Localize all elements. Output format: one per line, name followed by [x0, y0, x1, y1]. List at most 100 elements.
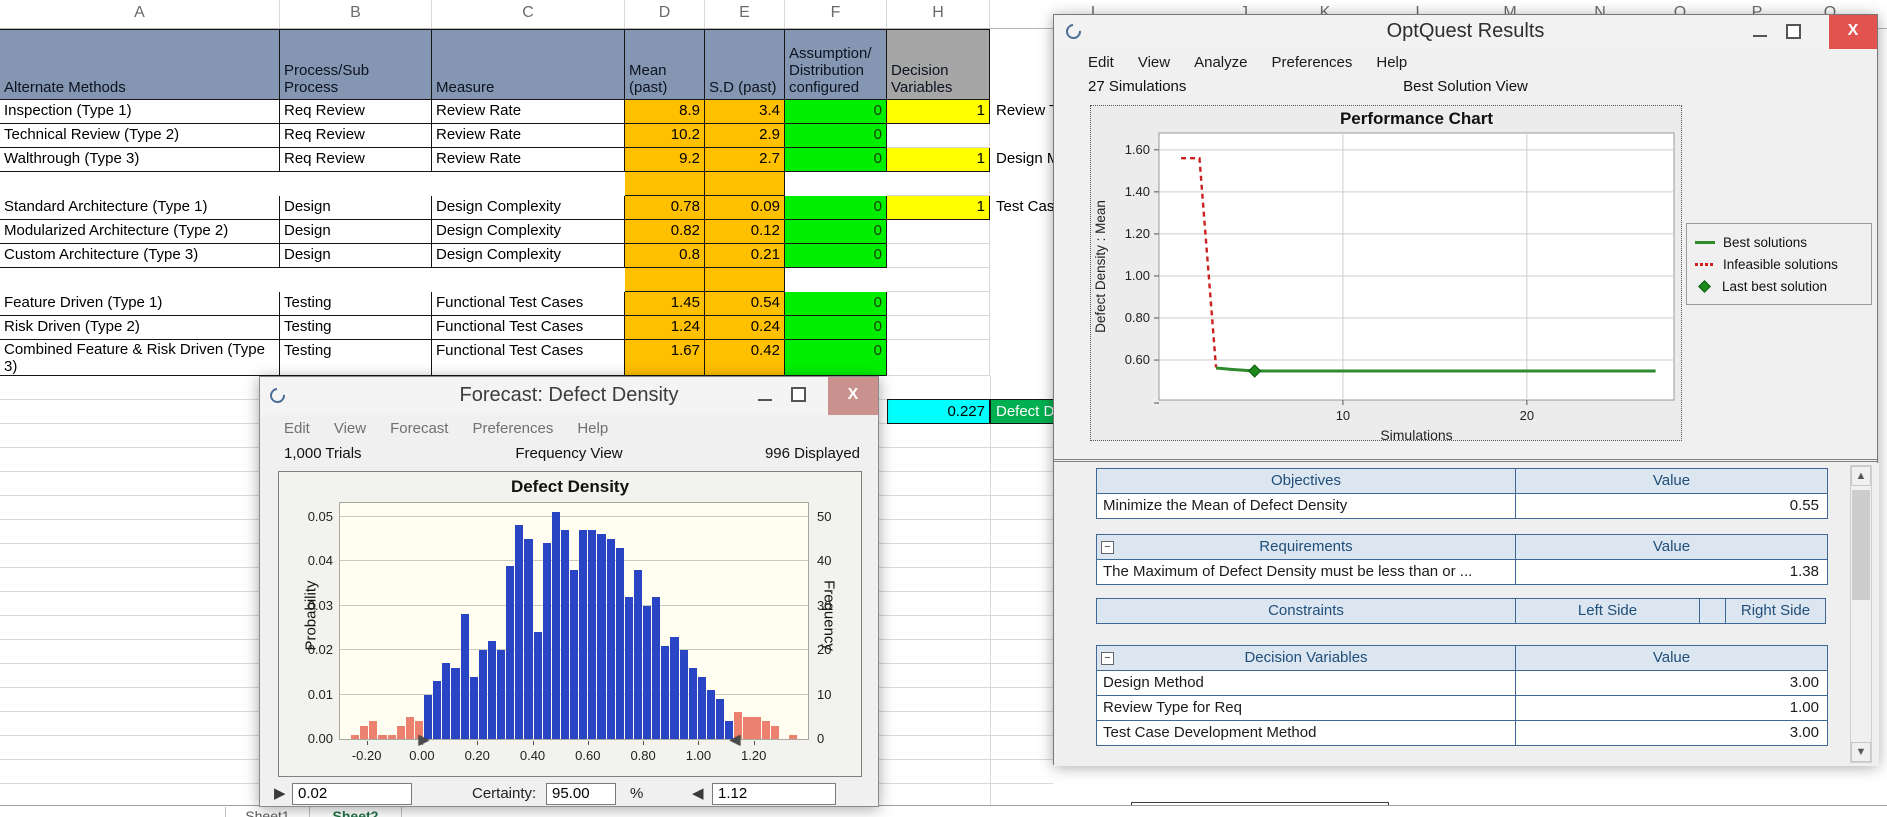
cell-a2[interactable]: Technical Review (Type 2) [0, 124, 280, 148]
cell-c2[interactable]: Review Rate [432, 124, 625, 148]
cell-c1[interactable]: Review Rate [432, 100, 625, 124]
cell-c5[interactable]: Design Complexity [432, 196, 625, 220]
cell-f4[interactable] [785, 172, 887, 196]
cell-e4[interactable] [705, 172, 785, 196]
cell-c6[interactable]: Design Complexity [432, 220, 625, 244]
cell-b9[interactable]: Testing [280, 292, 432, 316]
minimize-icon[interactable] [758, 399, 772, 401]
cell-e6[interactable]: 0.12 [705, 220, 785, 244]
forecast-titlebar[interactable]: Forecast: Defect Density X [260, 377, 878, 415]
cell-d11[interactable]: 1.67 [625, 340, 705, 376]
cell-a7[interactable]: Custom Architecture (Type 3) [0, 244, 280, 268]
min-grabber-icon[interactable]: ▶ [274, 784, 286, 802]
cell-f5[interactable]: 0 [785, 196, 887, 220]
cell-f9[interactable]: 0 [785, 292, 887, 316]
forecast-menu-help[interactable]: Help [577, 420, 608, 437]
optquest-menu-edit[interactable]: Edit [1088, 54, 1114, 71]
cell-e7[interactable]: 0.21 [705, 244, 785, 268]
header-cell-a[interactable]: Alternate Methods [0, 29, 280, 100]
cell-d2[interactable]: 10.2 [625, 124, 705, 148]
column-header-F[interactable]: F [785, 0, 887, 28]
certainty-value-field[interactable]: 95.00 [546, 783, 616, 805]
cell-b6[interactable]: Design [280, 220, 432, 244]
forecast-menu-preferences[interactable]: Preferences [472, 420, 553, 437]
cell-h1[interactable]: 1 [887, 100, 990, 124]
minimize-icon[interactable] [1753, 35, 1767, 37]
scroll-down-icon[interactable]: ▼ [1851, 742, 1871, 762]
close-icon[interactable]: X [1829, 15, 1877, 49]
cell-b5[interactable]: Design [280, 196, 432, 220]
header-cell-e[interactable]: S.D (past) [705, 29, 785, 100]
scroll-up-icon[interactable]: ▲ [1851, 466, 1871, 486]
column-header-B[interactable]: B [280, 0, 432, 28]
close-icon[interactable]: X [828, 377, 878, 415]
header-cell-f[interactable]: Assumption/ Distribution configured [785, 29, 887, 100]
cell-c3[interactable]: Review Rate [432, 148, 625, 172]
column-header-E[interactable]: E [705, 0, 785, 28]
cell-b10[interactable]: Testing [280, 316, 432, 340]
column-header-A[interactable]: A [0, 0, 280, 28]
cell-d3[interactable]: 9.2 [625, 148, 705, 172]
maximize-icon[interactable] [791, 387, 806, 402]
cell-h8[interactable] [887, 268, 990, 292]
certainty-max-field[interactable]: 1.12 [712, 783, 836, 805]
cell-b7[interactable]: Design [280, 244, 432, 268]
column-header-H[interactable]: H [887, 0, 990, 28]
collapse-icon[interactable]: − [1101, 541, 1114, 554]
cell-a6[interactable]: Modularized Architecture (Type 2) [0, 220, 280, 244]
cell-h10[interactable] [887, 316, 990, 340]
cell-a1[interactable]: Inspection (Type 1) [0, 100, 280, 124]
cell-d1[interactable]: 8.9 [625, 100, 705, 124]
cell-f6[interactable]: 0 [785, 220, 887, 244]
cell-h9[interactable] [887, 292, 990, 316]
forecast-menu-view[interactable]: View [334, 420, 366, 437]
certainty-max-grabber-icon[interactable]: ◀ [730, 731, 741, 748]
cell-h5[interactable]: 1 [887, 196, 990, 220]
cell-b2[interactable]: Req Review [280, 124, 432, 148]
cell-a3[interactable]: Walthrough (Type 3) [0, 148, 280, 172]
cell-d5[interactable]: 0.78 [625, 196, 705, 220]
defect-density-value-cell[interactable]: 0.227 [887, 399, 990, 424]
cell-e8[interactable] [705, 268, 785, 292]
cell-e5[interactable]: 0.09 [705, 196, 785, 220]
scrollbar-thumb[interactable] [1852, 490, 1870, 600]
header-cell-b[interactable]: Process/Sub Process [280, 29, 432, 100]
optquest-titlebar[interactable]: OptQuest Results X [1054, 15, 1877, 49]
cell-c8[interactable] [432, 268, 625, 292]
cell-a11[interactable]: Combined Feature & Risk Driven (Type 3) [0, 340, 280, 376]
cell-h7[interactable] [887, 244, 990, 268]
sheet-tab-sheet2[interactable]: Sheet2 [309, 807, 402, 817]
cell-h3[interactable]: 1 [887, 148, 990, 172]
cell-h2[interactable] [887, 124, 990, 148]
cell-f1[interactable]: 0 [785, 100, 887, 124]
cell-e3[interactable]: 2.7 [705, 148, 785, 172]
cell-h6[interactable] [887, 220, 990, 244]
cell-a4[interactable] [0, 172, 280, 196]
cell-d4[interactable] [625, 172, 705, 196]
cell-b4[interactable] [280, 172, 432, 196]
cell-d8[interactable] [625, 268, 705, 292]
cell-a8[interactable] [0, 268, 280, 292]
cell-a5[interactable]: Standard Architecture (Type 1) [0, 196, 280, 220]
certainty-min-grabber-icon[interactable]: ▶ [418, 731, 429, 748]
cell-f7[interactable]: 0 [785, 244, 887, 268]
cell-d10[interactable]: 1.24 [625, 316, 705, 340]
cell-b8[interactable] [280, 268, 432, 292]
cell-f8[interactable] [785, 268, 887, 292]
cell-f2[interactable]: 0 [785, 124, 887, 148]
forecast-menu-edit[interactable]: Edit [284, 420, 310, 437]
header-cell-c[interactable]: Measure [432, 29, 625, 100]
cell-c10[interactable]: Functional Test Cases [432, 316, 625, 340]
optquest-menu-preferences[interactable]: Preferences [1271, 54, 1352, 71]
forecast-menu-forecast[interactable]: Forecast [390, 420, 448, 437]
cell-e1[interactable]: 3.4 [705, 100, 785, 124]
cell-e2[interactable]: 2.9 [705, 124, 785, 148]
cell-d7[interactable]: 0.8 [625, 244, 705, 268]
cell-b11[interactable]: Testing [280, 340, 432, 376]
vertical-scrollbar[interactable]: ▲ ▼ [1850, 465, 1872, 763]
maximize-icon[interactable] [1786, 24, 1801, 39]
cell-f3[interactable]: 0 [785, 148, 887, 172]
cell-d9[interactable]: 1.45 [625, 292, 705, 316]
cell-a10[interactable]: Risk Driven (Type 2) [0, 316, 280, 340]
header-cell-d[interactable]: Mean (past) [625, 29, 705, 100]
